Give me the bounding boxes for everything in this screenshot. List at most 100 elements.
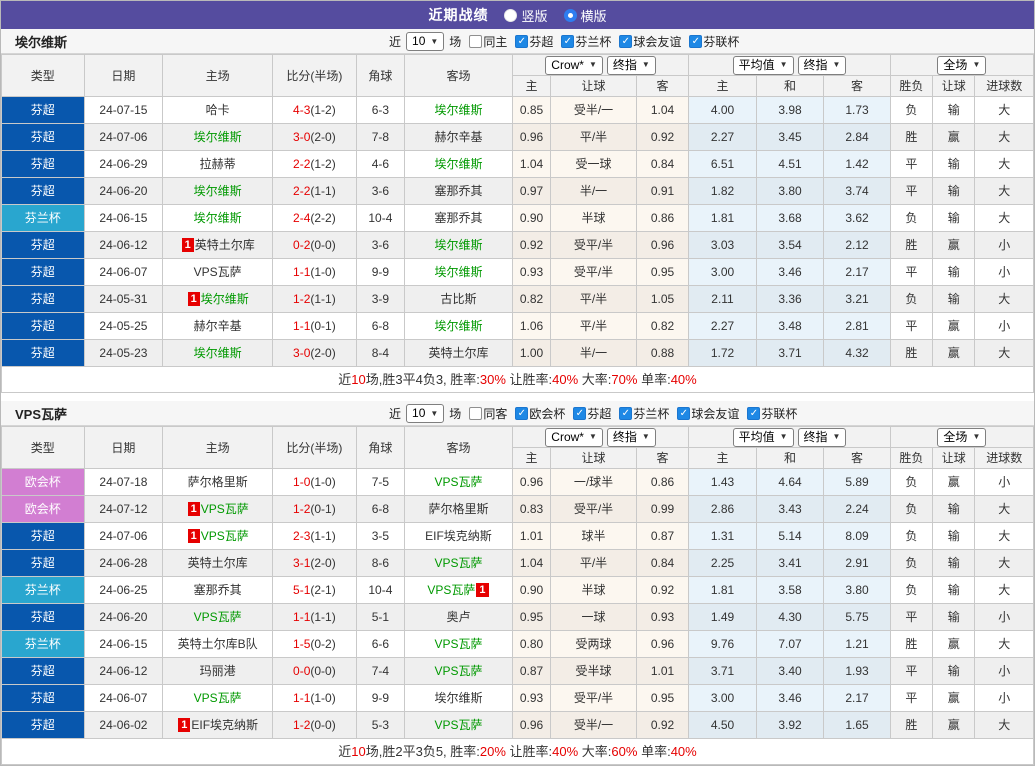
same-side-checkbox[interactable] bbox=[469, 35, 482, 48]
home-team-name[interactable]: 英特土尔库B队 bbox=[178, 637, 258, 651]
home-team-name[interactable]: 哈卡 bbox=[206, 103, 230, 117]
home-team: 拉赫蒂 bbox=[163, 151, 273, 178]
home-team-name[interactable]: VPS瓦萨 bbox=[194, 265, 242, 279]
league-checkbox-4[interactable]: ✓ bbox=[747, 407, 760, 420]
filter-league-0[interactable]: ✓欧会杯 bbox=[515, 405, 565, 422]
home-team-name[interactable]: 萨尔格里斯 bbox=[188, 475, 248, 489]
league-checkbox-1[interactable]: ✓ bbox=[561, 35, 574, 48]
home-team-name[interactable]: 英特土尔库 bbox=[188, 556, 248, 570]
away-team-name[interactable]: 赫尔辛基 bbox=[434, 130, 482, 144]
league-checkbox-1[interactable]: ✓ bbox=[573, 407, 586, 420]
summary-text: 单率: bbox=[637, 744, 670, 759]
home-team-name[interactable]: EIF埃克纳斯 bbox=[191, 718, 258, 732]
home-team-name[interactable]: 埃尔维斯 bbox=[201, 292, 249, 306]
away-team-name[interactable]: 埃尔维斯 bbox=[434, 157, 482, 171]
column-header: 进球数 bbox=[975, 448, 1034, 469]
away-team-name[interactable]: VPS瓦萨 bbox=[427, 583, 475, 597]
final-odds-select[interactable]: 终指▼ bbox=[798, 56, 847, 75]
league-checkbox-3[interactable]: ✓ bbox=[689, 35, 702, 48]
bookmaker-select[interactable]: Crow*▼ bbox=[545, 56, 603, 75]
bookmaker-select[interactable]: Crow*▼ bbox=[545, 428, 603, 447]
home-team-name[interactable]: VPS瓦萨 bbox=[201, 529, 249, 543]
red-card-badge: 1 bbox=[476, 583, 488, 597]
league-checkbox-0[interactable]: ✓ bbox=[515, 35, 528, 48]
league-checkbox-3[interactable]: ✓ bbox=[677, 407, 690, 420]
odds-away: 0.84 bbox=[636, 550, 688, 577]
away-team-name[interactable]: 奥卢 bbox=[446, 610, 470, 624]
radio-button-icon[interactable] bbox=[504, 9, 517, 22]
match-date: 24-06-15 bbox=[84, 205, 163, 232]
home-team-name[interactable]: VPS瓦萨 bbox=[194, 691, 242, 705]
home-team-name[interactable]: 英特土尔库 bbox=[195, 238, 255, 252]
filter-league-1[interactable]: ✓芬超 bbox=[573, 405, 611, 422]
filter-same-side[interactable]: 同客 bbox=[469, 405, 507, 422]
away-team-name[interactable]: 埃尔维斯 bbox=[434, 103, 482, 117]
away-team-name[interactable]: VPS瓦萨 bbox=[434, 664, 482, 678]
filter-same-side[interactable]: 同主 bbox=[469, 33, 507, 50]
away-team-name[interactable]: VPS瓦萨 bbox=[434, 718, 482, 732]
league-checkbox-2[interactable]: ✓ bbox=[619, 35, 632, 48]
away-team-name[interactable]: 塞那乔其 bbox=[434, 184, 482, 198]
average-select[interactable]: 平均值▼ bbox=[733, 56, 794, 75]
away-team: VPS瓦萨 bbox=[405, 712, 513, 739]
away-team-name[interactable]: 古比斯 bbox=[440, 292, 476, 306]
layout-radio-horizontal[interactable]: 横版 bbox=[564, 6, 607, 25]
team-name: 埃尔维斯 bbox=[15, 32, 67, 51]
home-team-name[interactable]: 埃尔维斯 bbox=[194, 130, 242, 144]
recent-count-select[interactable]: 10▼ bbox=[406, 32, 444, 51]
away-team-name[interactable]: 英特土尔库 bbox=[428, 346, 488, 360]
away-team-name[interactable]: 萨尔格里斯 bbox=[428, 502, 488, 516]
fulltime-select[interactable]: 全场▼ bbox=[937, 56, 986, 75]
league-type-badge: 芬超 bbox=[2, 259, 85, 286]
home-team-name[interactable]: 埃尔维斯 bbox=[194, 346, 242, 360]
away-team-name[interactable]: VPS瓦萨 bbox=[434, 637, 482, 651]
filter-league-2[interactable]: ✓芬兰杯 bbox=[619, 405, 669, 422]
away-team-name[interactable]: EIF埃克纳斯 bbox=[425, 529, 492, 543]
fulltime-select[interactable]: 全场▼ bbox=[937, 428, 986, 447]
filter-league-1[interactable]: ✓芬兰杯 bbox=[561, 33, 611, 50]
home-team-name[interactable]: 埃尔维斯 bbox=[194, 211, 242, 225]
away-team-name[interactable]: VPS瓦萨 bbox=[434, 556, 482, 570]
match-date: 24-07-18 bbox=[84, 469, 163, 496]
result-handicap: 输 bbox=[933, 523, 975, 550]
final-odds-select[interactable]: 终指▼ bbox=[607, 56, 656, 75]
radio-button-icon[interactable] bbox=[564, 9, 577, 22]
filter-league-2[interactable]: ✓球会友谊 bbox=[619, 33, 681, 50]
fulltime-score: 2-2 bbox=[293, 184, 310, 198]
home-team-name[interactable]: 拉赫蒂 bbox=[200, 157, 236, 171]
home-team-name[interactable]: 塞那乔其 bbox=[194, 583, 242, 597]
filter-league-3[interactable]: ✓芬联杯 bbox=[689, 33, 739, 50]
same-side-checkbox[interactable] bbox=[469, 407, 482, 420]
league-checkbox-2[interactable]: ✓ bbox=[619, 407, 632, 420]
score-cell: 1-1(1-0) bbox=[273, 685, 357, 712]
home-team-name[interactable]: 埃尔维斯 bbox=[194, 184, 242, 198]
home-team-name[interactable]: 赫尔辛基 bbox=[194, 319, 242, 333]
filter-league-3[interactable]: ✓球会友谊 bbox=[677, 405, 739, 422]
match-row: 芬超24-07-061VPS瓦萨2-3(1-1)3-5EIF埃克纳斯1.01球半… bbox=[2, 523, 1034, 550]
home-team-name[interactable]: 玛丽港 bbox=[200, 664, 236, 678]
final-odds-select[interactable]: 终指▼ bbox=[607, 428, 656, 447]
chevron-down-icon: ▼ bbox=[780, 427, 788, 447]
layout-radio-vertical[interactable]: 竖版 bbox=[504, 6, 547, 25]
away-team-name[interactable]: 埃尔维斯 bbox=[434, 265, 482, 279]
match-row: 芬超24-06-121英特土尔库0-2(0-0)3-6埃尔维斯0.92受平/半0… bbox=[2, 232, 1034, 259]
same-side-label: 同客 bbox=[483, 405, 507, 422]
filter-league-4[interactable]: ✓芬联杯 bbox=[747, 405, 797, 422]
filter-league-0[interactable]: ✓芬超 bbox=[515, 33, 553, 50]
away-team-name[interactable]: 塞那乔其 bbox=[434, 211, 482, 225]
corner-score: 9-9 bbox=[356, 685, 404, 712]
chevron-down-icon: ▼ bbox=[833, 55, 841, 75]
final-odds-select[interactable]: 终指▼ bbox=[798, 428, 847, 447]
away-team-name[interactable]: 埃尔维斯 bbox=[434, 691, 482, 705]
home-team-name[interactable]: VPS瓦萨 bbox=[201, 502, 249, 516]
recent-count-select[interactable]: 10▼ bbox=[406, 404, 444, 423]
away-team-name[interactable]: 埃尔维斯 bbox=[434, 319, 482, 333]
away-team-name[interactable]: 埃尔维斯 bbox=[434, 238, 482, 252]
away-team: 奥卢 bbox=[405, 604, 513, 631]
result-goals: 小 bbox=[975, 685, 1034, 712]
average-select[interactable]: 平均值▼ bbox=[733, 428, 794, 447]
away-team-name[interactable]: VPS瓦萨 bbox=[434, 475, 482, 489]
league-checkbox-0[interactable]: ✓ bbox=[515, 407, 528, 420]
home-team-name[interactable]: VPS瓦萨 bbox=[194, 610, 242, 624]
fulltime-select-value: 全场 bbox=[943, 427, 967, 447]
